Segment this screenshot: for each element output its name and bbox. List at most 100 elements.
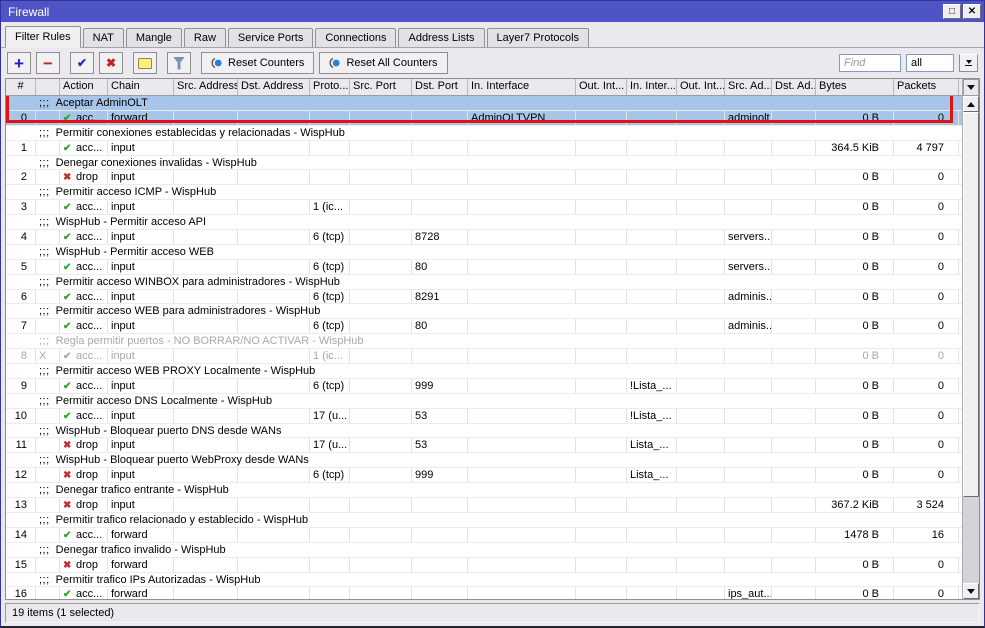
column-header-num[interactable]: #: [6, 79, 36, 95]
scroll-up-button[interactable]: [963, 96, 979, 112]
rule-row-16[interactable]: 16✔acc...forwardips_aut...0 B0: [6, 587, 962, 599]
cell-src_address_list: [725, 200, 772, 214]
column-header-src_address[interactable]: Src. Address: [174, 79, 238, 95]
cell-flag: [36, 230, 60, 244]
comment-row[interactable]: ;;;Permitir trafico relacionado y establ…: [6, 513, 962, 528]
comment-row[interactable]: ;;;Permitir acceso ICMP - WispHub: [6, 185, 962, 200]
tab-layer7-protocols[interactable]: Layer7 Protocols: [487, 28, 590, 47]
comment-row[interactable]: ;;;WispHub - Permitir acceso API: [6, 215, 962, 230]
comment-row[interactable]: ;;;Regla permitir puertos - NO BORRAR/NO…: [6, 334, 962, 349]
enable-rule-button[interactable]: ✔: [70, 52, 94, 74]
cell-dst_port: 8728: [412, 230, 468, 244]
column-header-dst_address_list[interactable]: Dst. Ad...: [772, 79, 816, 95]
column-header-bytes[interactable]: Bytes: [816, 79, 894, 95]
scrollbar-thumb[interactable]: [963, 112, 979, 497]
rule-row-14[interactable]: 14✔acc...forward1478 B16: [6, 528, 962, 543]
tab-raw[interactable]: Raw: [184, 28, 226, 47]
rule-row-11[interactable]: 11✖dropinput17 (u...53Lista_...0 B0: [6, 438, 962, 453]
rule-row-0[interactable]: 0✔acc...forwardAdminOLTVPNadminolt0 B0: [6, 111, 962, 126]
chain-filter-dropdown-button[interactable]: [959, 54, 978, 72]
cell-out_interface: [576, 409, 627, 423]
comment-row[interactable]: ;;;WispHub - Bloquear puerto WebProxy de…: [6, 453, 962, 468]
comment-row[interactable]: ;;;Aceptar AdminOLT: [6, 96, 962, 111]
chain-filter-value: all: [911, 57, 922, 69]
comment-row[interactable]: ;;;Denegar conexiones invalidas - WispHu…: [6, 156, 962, 171]
column-header-out_interface[interactable]: Out. Int...: [576, 79, 627, 95]
comment-row[interactable]: ;;;Permitir acceso WEB PROXY Localmente …: [6, 364, 962, 379]
cell-dst_address_list: [772, 379, 816, 393]
tab-address-lists[interactable]: Address Lists: [398, 28, 484, 47]
title-bar[interactable]: Firewall □ ✕: [1, 1, 984, 22]
rule-row-12[interactable]: 12✖dropinput6 (tcp)999Lista_...0 B0: [6, 468, 962, 483]
reset-all-counters-button[interactable]: Reset All Counters: [319, 52, 447, 74]
column-header-packets[interactable]: Packets: [894, 79, 959, 95]
rule-row-1[interactable]: 1✔acc...input364.5 KiB4 797: [6, 141, 962, 156]
rule-row-2[interactable]: 2✖dropinput0 B0: [6, 170, 962, 185]
find-input[interactable]: [839, 54, 901, 72]
rule-row-5[interactable]: 5✔acc...input6 (tcp)80servers...0 B0: [6, 260, 962, 275]
comment-text: Aceptar AdminOLT: [56, 96, 148, 110]
tab-nat[interactable]: NAT: [83, 28, 124, 47]
comment-row[interactable]: ;;;Denegar trafico entrante - WispHub: [6, 483, 962, 498]
disable-rule-button[interactable]: ✖: [99, 52, 123, 74]
column-header-chain[interactable]: Chain: [108, 79, 174, 95]
rule-row-6[interactable]: 6✔acc...input6 (tcp)8291adminis...0 B0: [6, 290, 962, 305]
chain-filter-select[interactable]: all: [906, 54, 954, 72]
comment-row[interactable]: ;;;Permitir acceso DNS Localmente - Wisp…: [6, 394, 962, 409]
comment-row[interactable]: ;;;Denegar trafico invalido - WispHub: [6, 543, 962, 558]
cell-dst_address_list: [772, 170, 816, 184]
cell-dst_address: [238, 498, 310, 512]
column-header-in_interface_list[interactable]: In. Inter...: [627, 79, 677, 95]
rule-row-4[interactable]: 4✔acc...input6 (tcp)8728servers...0 B0: [6, 230, 962, 245]
rule-row-15[interactable]: 15✖dropforward0 B0: [6, 558, 962, 573]
comment-row[interactable]: ;;;WispHub - Permitir acceso WEB: [6, 245, 962, 260]
cell-dst_port: 53: [412, 409, 468, 423]
cell-out_interface: [576, 230, 627, 244]
cell-in_interface_list: [627, 290, 677, 304]
column-header-proto[interactable]: Proto...: [310, 79, 350, 95]
rule-row-10[interactable]: 10✔acc...input17 (u...53!Lista_...0 B0: [6, 409, 962, 424]
cell-bytes: 0 B: [816, 438, 894, 452]
close-button[interactable]: ✕: [963, 4, 981, 19]
comment-row[interactable]: ;;;Permitir conexiones establecidas y re…: [6, 126, 962, 141]
reset-counters-button[interactable]: Reset Counters: [201, 52, 314, 74]
scrollbar-track[interactable]: [963, 112, 979, 583]
cell-dst_port: [412, 558, 468, 572]
cell-flag: [36, 587, 60, 599]
scroll-down-button[interactable]: [963, 583, 979, 599]
column-header-dst_address[interactable]: Dst. Address: [238, 79, 310, 95]
rule-row-9[interactable]: 9✔acc...input6 (tcp)999!Lista_...0 B0: [6, 379, 962, 394]
tab-connections[interactable]: Connections: [315, 28, 396, 47]
rule-row-3[interactable]: 3✔acc...input1 (ic...0 B0: [6, 200, 962, 215]
rule-row-13[interactable]: 13✖dropinput367.2 KiB3 524: [6, 498, 962, 513]
cell-action: ✔acc...: [60, 528, 108, 542]
tab-filter-rules[interactable]: Filter Rules: [5, 26, 81, 48]
column-header-src_port[interactable]: Src. Port: [350, 79, 412, 95]
column-header-out_interface_list[interactable]: Out. Int...: [677, 79, 725, 95]
comment-row[interactable]: ;;;Permitir trafico IPs Autorizadas - Wi…: [6, 573, 962, 588]
rule-row-8[interactable]: 8X✔acc...input1 (ic...0 B0: [6, 349, 962, 364]
filter-button[interactable]: [167, 52, 191, 74]
comment-row[interactable]: ;;;WispHub - Bloquear puerto DNS desde W…: [6, 424, 962, 439]
comment-button[interactable]: [133, 52, 157, 74]
remove-rule-button[interactable]: −: [36, 52, 60, 74]
column-options-button[interactable]: [963, 79, 979, 96]
add-rule-button[interactable]: +: [7, 52, 31, 74]
tab-mangle[interactable]: Mangle: [126, 28, 182, 47]
maximize-button[interactable]: □: [943, 4, 961, 19]
firewall-window: Firewall □ ✕ Filter RulesNATMangleRawSer…: [0, 0, 985, 628]
plus-icon: +: [14, 55, 24, 72]
column-header-src_address_list[interactable]: Src. Ad...: [725, 79, 772, 95]
column-header-dst_port[interactable]: Dst. Port: [412, 79, 468, 95]
cell-bytes: 0 B: [816, 200, 894, 214]
column-header-in_interface[interactable]: In. Interface: [468, 79, 576, 95]
cell-dst_port: [412, 170, 468, 184]
comment-row[interactable]: ;;;Permitir acceso WINBOX para administr…: [6, 275, 962, 290]
cell-num: 5: [6, 260, 36, 274]
comment-row[interactable]: ;;;Permitir acceso WEB para administrado…: [6, 304, 962, 319]
column-header-flag[interactable]: [36, 79, 60, 95]
column-header-action[interactable]: Action: [60, 79, 108, 95]
tab-service-ports[interactable]: Service Ports: [228, 28, 313, 47]
cell-proto: [310, 141, 350, 155]
rule-row-7[interactable]: 7✔acc...input6 (tcp)80adminis...0 B0: [6, 319, 962, 334]
